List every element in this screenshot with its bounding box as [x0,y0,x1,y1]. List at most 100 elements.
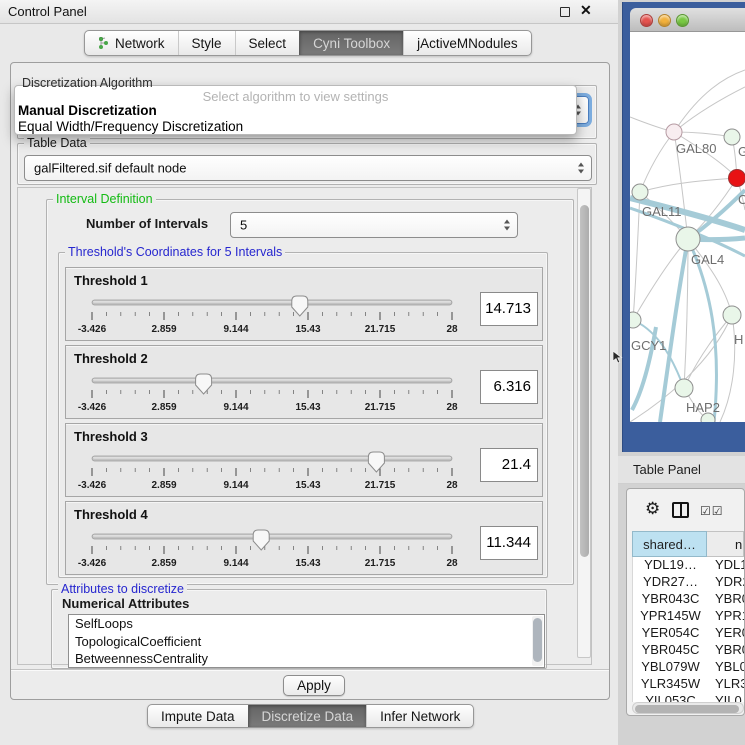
network-edge[interactable] [640,178,737,192]
svg-text:2.859: 2.859 [151,558,176,569]
attribute-item-topologicalcoefficient[interactable]: TopologicalCoefficient [69,633,544,651]
svg-text:15.43: 15.43 [295,480,320,491]
network-canvas[interactable]: GAL80GCGAL11GAL4GCY1HHAP2 [630,32,745,422]
float-window-icon[interactable] [560,7,570,17]
cell-name: YPR1 [708,608,744,625]
table-row[interactable]: YIL053CYIL0 [633,693,744,702]
attributes-list[interactable]: SelfLoopsTopologicalCoefficientBetweenne… [68,614,545,668]
split-columns-icon[interactable] [672,502,689,518]
gear-icon[interactable]: ⚙ [645,499,660,519]
table-horizontal-scrollbar[interactable] [632,702,744,714]
network-edge[interactable] [633,320,684,388]
tab-network[interactable]: Network [85,31,178,55]
thresholds-group: Threshold's Coordinates for 5 Intervals … [58,252,548,578]
tab-impute-data[interactable]: Impute Data [148,705,248,727]
threshold-slider-4[interactable]: -3.4262.8599.14415.4321.71528 [78,528,478,577]
svg-text:-3.426: -3.426 [78,558,107,569]
cell-shared-name: YLR345W [633,676,708,693]
table-data-value: galFiltered.sif default node [34,161,186,176]
control-panel: Control Panel ✕ NetworkStyle Select Cyni T… [0,0,618,745]
close-traffic-light[interactable] [640,14,653,27]
table-row[interactable]: YBR043CYBR0 [633,591,744,608]
tab-select[interactable]: Select [235,31,300,55]
network-node[interactable] [630,312,641,328]
dropdown-option-equal-width-frequency[interactable]: Equal Width/Frequency Discretization [18,119,243,134]
table-row[interactable]: YLR345WYLR3 [633,676,744,693]
network-window-titlebar[interactable] [630,8,745,32]
table-row[interactable]: YER054CYER0 [633,625,744,642]
table-horizontal-scrollbar-thumb[interactable] [635,705,739,713]
close-icon[interactable]: ✕ [580,2,592,19]
svg-text:9.144: 9.144 [223,558,248,569]
main-scrollbar[interactable] [577,188,591,658]
cell-name: YBL0 [708,659,744,676]
table-row[interactable]: YPR145WYPR1 [633,608,744,625]
network-node[interactable] [723,306,741,324]
network-node[interactable] [675,379,693,397]
threshold-value-field-2[interactable]: 6.316 [480,370,538,404]
threshold-slider-3[interactable]: -3.4262.8599.14415.4321.71528 [78,450,478,499]
svg-text:28: 28 [446,324,458,335]
dropdown-option-manual-discretization[interactable]: Manual Discretization [18,103,157,118]
attribute-item-selfloops[interactable]: SelfLoops [69,615,544,633]
interval-definition-title: Interval Definition [53,192,156,206]
tab-infer-network[interactable]: Infer Network [366,705,473,727]
tab-label: Select [249,36,287,51]
network-node[interactable] [632,184,648,200]
network-node[interactable] [729,170,745,187]
apply-button[interactable]: Apply [283,675,345,696]
table-panel: ⚙ ☑☑ shared… n YDL19…YDL1YDR27…YDR2YBR04… [626,488,745,716]
table-row[interactable]: YBR045CYBR0 [633,642,744,659]
network-edge[interactable] [720,315,735,422]
minimize-traffic-light[interactable] [658,14,671,27]
network-node[interactable] [724,129,740,145]
tab-cyni-toolbox[interactable]: Cyni Toolbox [299,31,403,55]
threshold-value-field-1[interactable]: 14.713 [480,292,538,326]
threshold-value-field-3[interactable]: 21.4 [480,448,538,482]
threshold-slider-2[interactable]: -3.4262.8599.14415.4321.71528 [78,372,478,421]
network-edge[interactable] [684,315,732,388]
network-node[interactable] [666,124,682,140]
checkboxes-icon[interactable]: ☑☑ [700,504,724,518]
intervals-count-label: Number of Intervals [86,216,208,231]
attributes-list-scrollbar[interactable] [532,616,543,666]
zoom-traffic-light[interactable] [676,14,689,27]
settings-panel: Table Data galFiltered.sif default node … [10,62,610,700]
tab-discretize-data[interactable]: Discretize Data [248,705,367,727]
algorithm-placeholder: Select algorithm to view settings [15,89,576,104]
network-graph: GAL80GCGAL11GAL4GCY1HHAP2 [630,32,745,422]
network-edge[interactable] [674,87,745,132]
panel-title: Control Panel [8,4,87,19]
network-node[interactable] [676,227,700,251]
network-edge[interactable] [640,132,674,192]
cell-name: YER0 [708,625,744,642]
threshold-panel-3: Threshold 3-3.4262.8599.14415.4321.71528… [65,423,543,497]
table-row[interactable]: YDR27…YDR2 [633,574,744,591]
top-tab-bar: NetworkStyle Select Cyni Toolbox jActiveMNo… [84,30,532,56]
main-scrollbar-thumb[interactable] [580,205,589,557]
tab-style[interactable]: Style [178,31,235,55]
table-panel-title: Table Panel [633,462,701,477]
control-panel-header: Control Panel ✕ [0,0,618,24]
tab-jactivemnodules[interactable]: jActiveMNodules [403,31,531,55]
column-header-name[interactable]: n [707,531,744,557]
table-data-title: Table Data [24,136,90,150]
network-edge[interactable] [674,132,732,137]
svg-text:2.859: 2.859 [151,402,176,413]
network-edge[interactable] [674,70,745,132]
algorithm-group-title: Discretization Algorithm [22,76,153,90]
network-window[interactable]: GAL80GCGAL11GAL4GCY1HHAP2 [622,2,745,452]
threshold-value-field-4[interactable]: 11.344 [480,526,538,560]
threshold-slider-1[interactable]: -3.4262.8599.14415.4321.71528 [78,294,478,343]
tab-label: jActiveMNodules [417,36,518,51]
table-row[interactable]: YDL19…YDL1 [633,557,744,574]
intervals-count-combobox[interactable]: 5 [230,212,518,238]
table-row[interactable]: YBL079WYBL0 [633,659,744,676]
column-header-shared-name[interactable]: shared… [632,531,707,557]
svg-text:28: 28 [446,402,458,413]
node-label-hap2: HAP2 [686,400,720,415]
attribute-item-betweennesscentrality[interactable]: BetweennessCentrality [69,650,544,668]
svg-text:28: 28 [446,558,458,569]
table-data-combobox[interactable]: galFiltered.sif default node [24,155,592,181]
node-label-gal11: GAL11 [642,204,682,219]
